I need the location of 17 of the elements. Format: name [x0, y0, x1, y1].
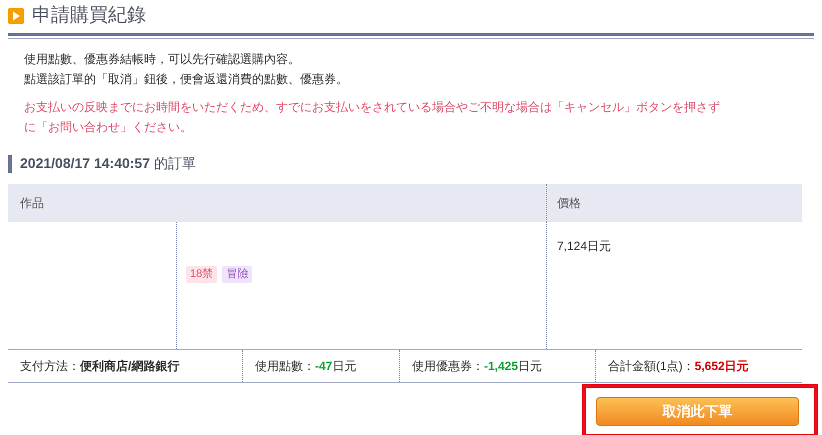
intro-text: 使用點數、優惠券結帳時，可以先行確認選購內容。 [24, 51, 301, 68]
genre-tag: 18禁 [186, 266, 218, 283]
intro-text: 點選該訂單的「取消」鈕後，便會返還消費的點數、優惠券。 [24, 71, 349, 88]
column-header: 作品 [8, 184, 547, 222]
column-header: 價格 [556, 195, 582, 212]
notice-text: お支払いの反映までにお時間をいただくため、すでにお支払いをされている場合やご不明な場合は「キャンセル」ボタンを押さず [24, 99, 721, 116]
summary-text: 支付方法：便利商店/網路銀行 [20, 358, 180, 375]
play-icon [8, 8, 24, 24]
summary-text: 合計金額(1点)：5,652日元 [608, 358, 749, 375]
cancel-order-button[interactable]: 取消此下單 [596, 396, 799, 426]
page-title: 申請購買紀錄 [32, 4, 146, 28]
price-text: 7,124日元 [557, 239, 612, 253]
summary-text: 使用點數：-47日元 [255, 358, 356, 375]
summary-text: 使用優惠券：-1,425日元 [412, 358, 542, 375]
genre-tag: 冒險 [222, 266, 252, 283]
notice-text: に「お問い合わせ」ください。 [24, 119, 193, 136]
order-heading: 2021/08/17 14:40:57 的訂單 [20, 154, 196, 173]
